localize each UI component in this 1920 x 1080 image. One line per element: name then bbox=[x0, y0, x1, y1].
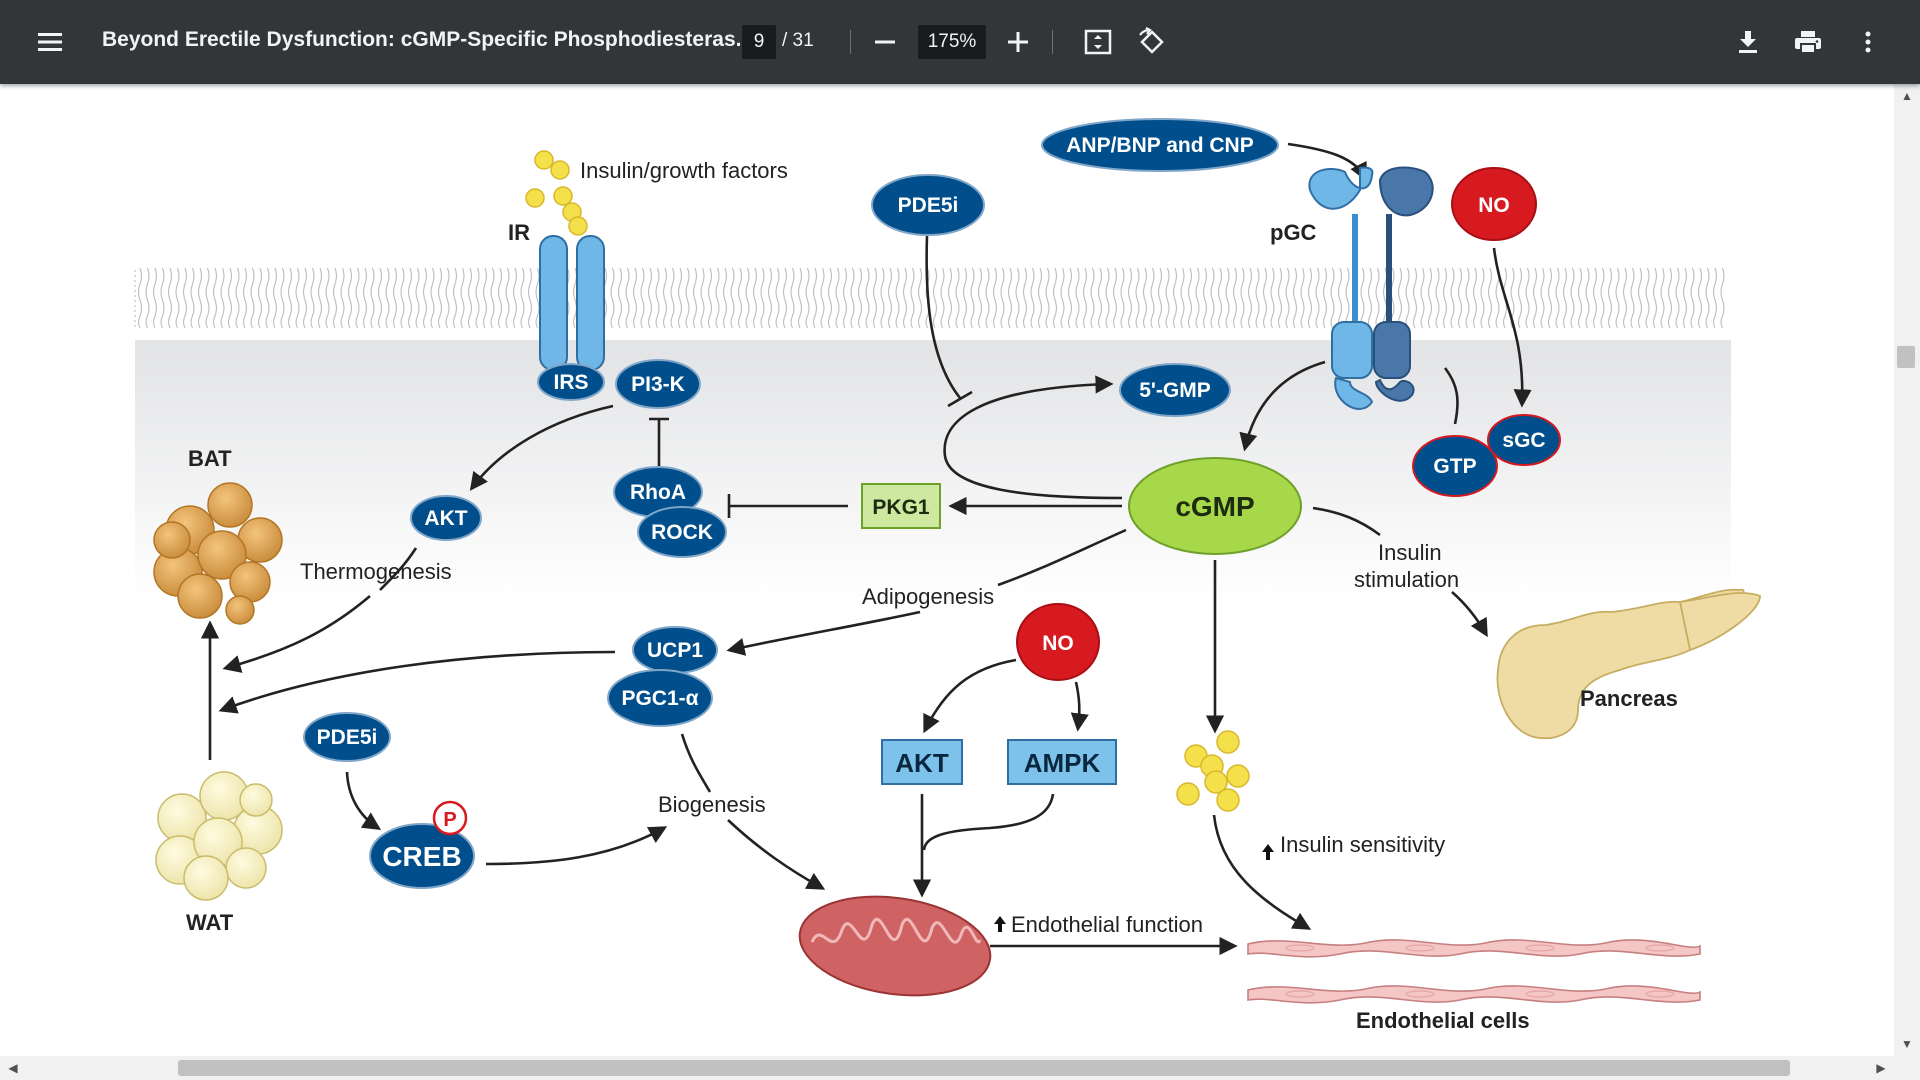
up-arrow-icon bbox=[1262, 844, 1274, 860]
label-pancreas: Pancreas bbox=[1580, 686, 1678, 711]
label-adipogenesis: Adipogenesis bbox=[862, 584, 994, 609]
page-total: / 31 bbox=[782, 30, 814, 51]
toolbar-divider bbox=[1052, 30, 1053, 54]
menu-icon[interactable] bbox=[28, 20, 72, 64]
label-akt-mid: AKT bbox=[895, 748, 949, 778]
zoom-out-icon[interactable] bbox=[863, 20, 907, 64]
horizontal-scroll-thumb[interactable] bbox=[178, 1060, 1790, 1076]
scroll-left-icon[interactable]: ◀ bbox=[0, 1056, 26, 1080]
rotate-icon[interactable] bbox=[1130, 20, 1174, 64]
label-pgc: pGC bbox=[1270, 220, 1317, 245]
label-creb: CREB bbox=[382, 841, 461, 872]
label-ucp1: UCP1 bbox=[647, 639, 703, 662]
mitochondrion bbox=[798, 895, 992, 997]
vertical-scroll-thumb[interactable] bbox=[1897, 346, 1915, 368]
label-biogenesis: Biogenesis bbox=[658, 792, 766, 817]
up-arrow-icon bbox=[994, 916, 1006, 932]
page-number-input[interactable]: 9 bbox=[742, 25, 776, 59]
label-no-mid: NO bbox=[1042, 632, 1074, 655]
label-rhoa: RhoA bbox=[630, 481, 686, 504]
scroll-up-icon[interactable]: ▲ bbox=[1894, 84, 1920, 108]
toolbar-divider bbox=[850, 30, 851, 54]
download-icon[interactable] bbox=[1726, 20, 1770, 64]
label-bat: BAT bbox=[188, 446, 232, 471]
label-ampk: AMPK bbox=[1024, 748, 1101, 778]
insulin-granules-top bbox=[525, 150, 588, 236]
label-p-badge: P bbox=[443, 809, 456, 831]
pancreas-tail bbox=[1678, 592, 1761, 652]
label-endothelial-cells: Endothelial cells bbox=[1356, 1008, 1530, 1033]
scrollbar-corner bbox=[1894, 1056, 1920, 1080]
label-thermogenesis: Thermogenesis bbox=[300, 559, 452, 584]
pdf-toolbar: Beyond Erectile Dysfunction: cGMP-Specif… bbox=[0, 0, 1920, 84]
scroll-down-icon[interactable]: ▼ bbox=[1894, 1032, 1920, 1056]
label-pde5i-left: PDE5i bbox=[317, 726, 378, 749]
label-endothelial-function: Endothelial function bbox=[1011, 912, 1203, 937]
label-insulin-stim-1: Insulin bbox=[1378, 540, 1442, 565]
label-pde5i-top: PDE5i bbox=[898, 194, 959, 217]
more-icon[interactable] bbox=[1846, 20, 1890, 64]
label-ir: IR bbox=[508, 220, 530, 245]
label-pi3k: PI3-K bbox=[631, 373, 685, 396]
print-icon[interactable] bbox=[1786, 20, 1830, 64]
wat-cell-cluster bbox=[155, 771, 283, 901]
label-wat: WAT bbox=[186, 910, 234, 935]
label-sgc: sGC bbox=[1502, 429, 1545, 452]
endothelial-cells-layer bbox=[1247, 939, 1701, 1004]
label-irs: IRS bbox=[553, 371, 588, 394]
zoom-in-icon[interactable] bbox=[996, 20, 1040, 64]
label-pgc1a: PGC1-α bbox=[621, 687, 698, 710]
document-title: Beyond Erectile Dysfunction: cGMP-Specif… bbox=[102, 28, 754, 51]
vertical-scrollbar[interactable] bbox=[1894, 84, 1920, 1056]
label-rock: ROCK bbox=[651, 521, 713, 544]
label-cgmp: cGMP bbox=[1175, 491, 1254, 522]
scroll-right-icon[interactable]: ▶ bbox=[1868, 1056, 1894, 1080]
label-gtp: GTP bbox=[1433, 455, 1476, 478]
label-insulin-sensitivity: Insulin sensitivity bbox=[1280, 832, 1445, 857]
zoom-level-input[interactable]: 175% bbox=[918, 25, 986, 59]
label-anp: ANP/BNP and CNP bbox=[1066, 134, 1253, 157]
label-pkg1: PKG1 bbox=[872, 496, 930, 519]
label-akt-left: AKT bbox=[424, 507, 467, 530]
document-viewer: Insulin/growth factors Thermogenesis Adi… bbox=[0, 84, 1920, 1080]
label-insulin-growth: Insulin/growth factors bbox=[580, 158, 788, 183]
fit-page-icon[interactable] bbox=[1076, 20, 1120, 64]
label-no-top: NO bbox=[1478, 194, 1510, 217]
label-insulin-stim-2: stimulation bbox=[1354, 567, 1459, 592]
label-5gmp: 5'-GMP bbox=[1139, 379, 1211, 402]
pathway-diagram: Insulin/growth factors Thermogenesis Adi… bbox=[134, 118, 1761, 1033]
insulin-granules-bottom bbox=[1176, 730, 1250, 812]
